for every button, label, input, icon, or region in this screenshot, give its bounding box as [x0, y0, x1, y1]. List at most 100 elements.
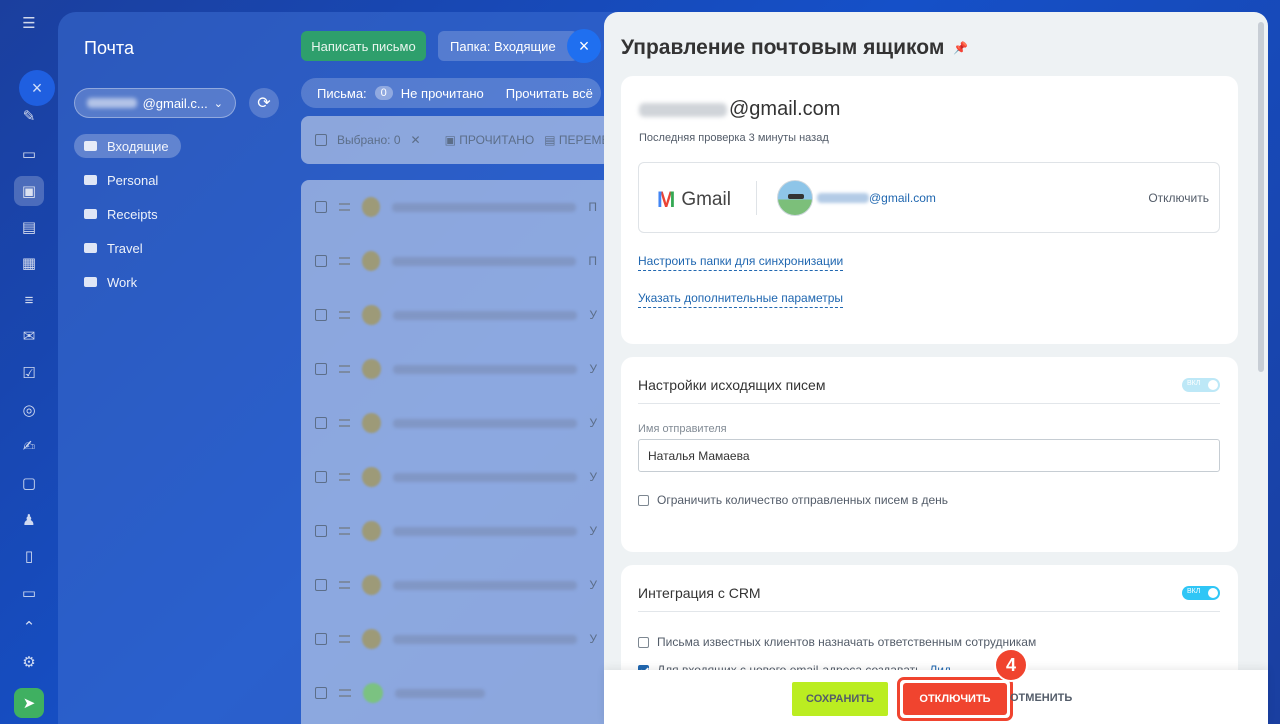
- drag-handle-icon[interactable]: [339, 473, 351, 481]
- mail-panel: Почта @gmail.c... ⌄ ⟳ Входящие Personal …: [58, 12, 618, 724]
- list-item[interactable]: У: [301, 288, 611, 342]
- target-icon[interactable]: ◎: [14, 395, 44, 425]
- drag-handle-icon[interactable]: [339, 203, 351, 211]
- users-icon[interactable]: ♟: [14, 505, 44, 535]
- row-checkbox[interactable]: [315, 579, 327, 591]
- account-card: @gmail.com Последняя проверка 3 минуты н…: [621, 76, 1238, 344]
- row-checkbox[interactable]: [315, 687, 327, 699]
- crm-toggle[interactable]: ВКЛ: [1182, 586, 1220, 600]
- drag-handle-icon[interactable]: [339, 581, 351, 589]
- drag-handle-icon[interactable]: [339, 689, 351, 697]
- folder-receipts[interactable]: Receipts: [74, 202, 170, 226]
- row-subject: У: [589, 470, 598, 484]
- row-subject: П: [588, 254, 597, 268]
- account-select[interactable]: @gmail.c... ⌄: [74, 88, 236, 118]
- avatar: [362, 197, 381, 217]
- row-checkbox[interactable]: [315, 255, 327, 267]
- pin-icon[interactable]: 📌: [953, 41, 968, 55]
- disconnect-link[interactable]: Отключить: [1148, 191, 1209, 205]
- crm-icon[interactable]: ▣: [14, 176, 44, 206]
- folder-inbox[interactable]: Входящие: [74, 134, 181, 158]
- mail-icon[interactable]: ✉: [14, 321, 44, 351]
- folder-personal[interactable]: Personal: [74, 168, 170, 192]
- row-checkbox[interactable]: [315, 363, 327, 375]
- plane-image: [788, 194, 804, 199]
- card-icon[interactable]: ▭: [14, 578, 44, 608]
- more-icon[interactable]: ⌃: [14, 612, 44, 642]
- clear-selection-icon[interactable]: ✕: [411, 133, 421, 147]
- row-text-blurred: [392, 202, 577, 212]
- drag-handle-icon[interactable]: [339, 365, 351, 373]
- drag-handle-icon[interactable]: [339, 257, 351, 265]
- refresh-button[interactable]: ⟳: [249, 88, 279, 118]
- select-all-checkbox[interactable]: [315, 134, 327, 146]
- list-item[interactable]: У: [301, 558, 611, 612]
- section-title: Интеграция с CRM: [638, 585, 761, 601]
- drag-handle-icon[interactable]: [339, 311, 351, 319]
- save-button[interactable]: СОХРАНИТЬ: [792, 682, 888, 716]
- row-checkbox[interactable]: [315, 471, 327, 483]
- tasks-icon[interactable]: ▤: [14, 212, 44, 242]
- move-button[interactable]: ▤ ПЕРЕМЕ: [544, 133, 609, 147]
- menu-icon[interactable]: ☰: [14, 8, 44, 38]
- row-checkbox[interactable]: [315, 525, 327, 537]
- mark-read-button[interactable]: ▣ ПРОЧИТАНО: [445, 133, 535, 147]
- folder-icon: [84, 277, 97, 287]
- limit-emails-label: Ограничить количество отправленных писем…: [657, 493, 949, 507]
- row-checkbox[interactable]: [315, 633, 327, 645]
- row-checkbox[interactable]: [315, 309, 327, 321]
- folder-work[interactable]: Work: [74, 270, 149, 294]
- filter-icon[interactable]: ≡: [14, 285, 44, 315]
- list-item[interactable]: У: [301, 450, 611, 504]
- compose-button[interactable]: Написать письмо: [301, 31, 426, 61]
- connected-account-email: @gmail.com: [817, 191, 936, 205]
- drag-handle-icon[interactable]: [339, 527, 351, 535]
- sign-icon[interactable]: ✍: [14, 431, 44, 461]
- calendar-icon[interactable]: ▦: [14, 248, 44, 278]
- avatar: [362, 629, 381, 649]
- toggle-label: ВКЛ: [1187, 380, 1201, 387]
- crm-option-assign[interactable]: Письма известных клиентов назначать отве…: [638, 635, 1036, 649]
- list-item[interactable]: П: [301, 180, 611, 234]
- crm-assign-checkbox[interactable]: [638, 636, 649, 648]
- configure-folders-link[interactable]: Настроить папки для синхронизации: [638, 254, 844, 271]
- disconnect-button[interactable]: ОТКЛЮЧИТЬ: [903, 683, 1007, 715]
- list-item[interactable]: [301, 666, 611, 720]
- list-item[interactable]: У: [301, 504, 611, 558]
- row-subject: У: [589, 416, 598, 430]
- close-slider-button[interactable]: ×: [567, 29, 601, 63]
- folder-filter-chip[interactable]: Папка: Входящие: [438, 31, 578, 61]
- drag-handle-icon[interactable]: [339, 635, 351, 643]
- folder-travel[interactable]: Travel: [74, 236, 155, 260]
- row-checkbox[interactable]: [315, 201, 327, 213]
- additional-params-link[interactable]: Указать дополнительные параметры: [638, 291, 844, 308]
- row-subject: П: [588, 200, 597, 214]
- folder-label: Receipts: [107, 206, 158, 222]
- chat-icon[interactable]: ▭: [14, 139, 44, 169]
- list-item[interactable]: У: [301, 342, 611, 396]
- read-all-button[interactable]: Прочитать всё: [506, 86, 593, 101]
- divider: [638, 611, 1220, 612]
- gear-icon[interactable]: ⚙: [14, 647, 44, 677]
- cancel-button[interactable]: ОТМЕНИТЬ: [1010, 692, 1072, 704]
- contact-icon[interactable]: ▢: [14, 468, 44, 498]
- panel-scrollbar[interactable]: [1258, 22, 1264, 372]
- list-item[interactable]: У: [301, 612, 611, 666]
- envelope-icon: [84, 141, 97, 151]
- list-item[interactable]: П: [301, 234, 611, 288]
- checkbox-icon[interactable]: ☑: [14, 358, 44, 388]
- selected-count: Выбрано: 0: [337, 133, 401, 147]
- move-label: ПЕРЕМЕ: [558, 133, 610, 147]
- document-icon[interactable]: ▯: [14, 541, 44, 571]
- unread-filter[interactable]: Не прочитано: [401, 86, 484, 101]
- limit-emails-checkbox[interactable]: [638, 494, 649, 506]
- outgoing-toggle[interactable]: ВКЛ: [1182, 378, 1220, 392]
- left-rail: ☰ × ✎ ▭ ▣ ▤ ▦ ≡ ✉ ☑ ◎ ✍ ▢ ♟ ▯ ▭ ⌃ ⚙ ➤: [0, 0, 58, 724]
- limit-emails-option[interactable]: Ограничить количество отправленных писем…: [638, 493, 948, 507]
- feed-icon[interactable]: ✎: [14, 101, 44, 131]
- rocket-icon[interactable]: ➤: [14, 688, 44, 718]
- list-item[interactable]: У: [301, 396, 611, 450]
- drag-handle-icon[interactable]: [339, 419, 351, 427]
- row-checkbox[interactable]: [315, 417, 327, 429]
- sender-name-input[interactable]: [638, 439, 1220, 472]
